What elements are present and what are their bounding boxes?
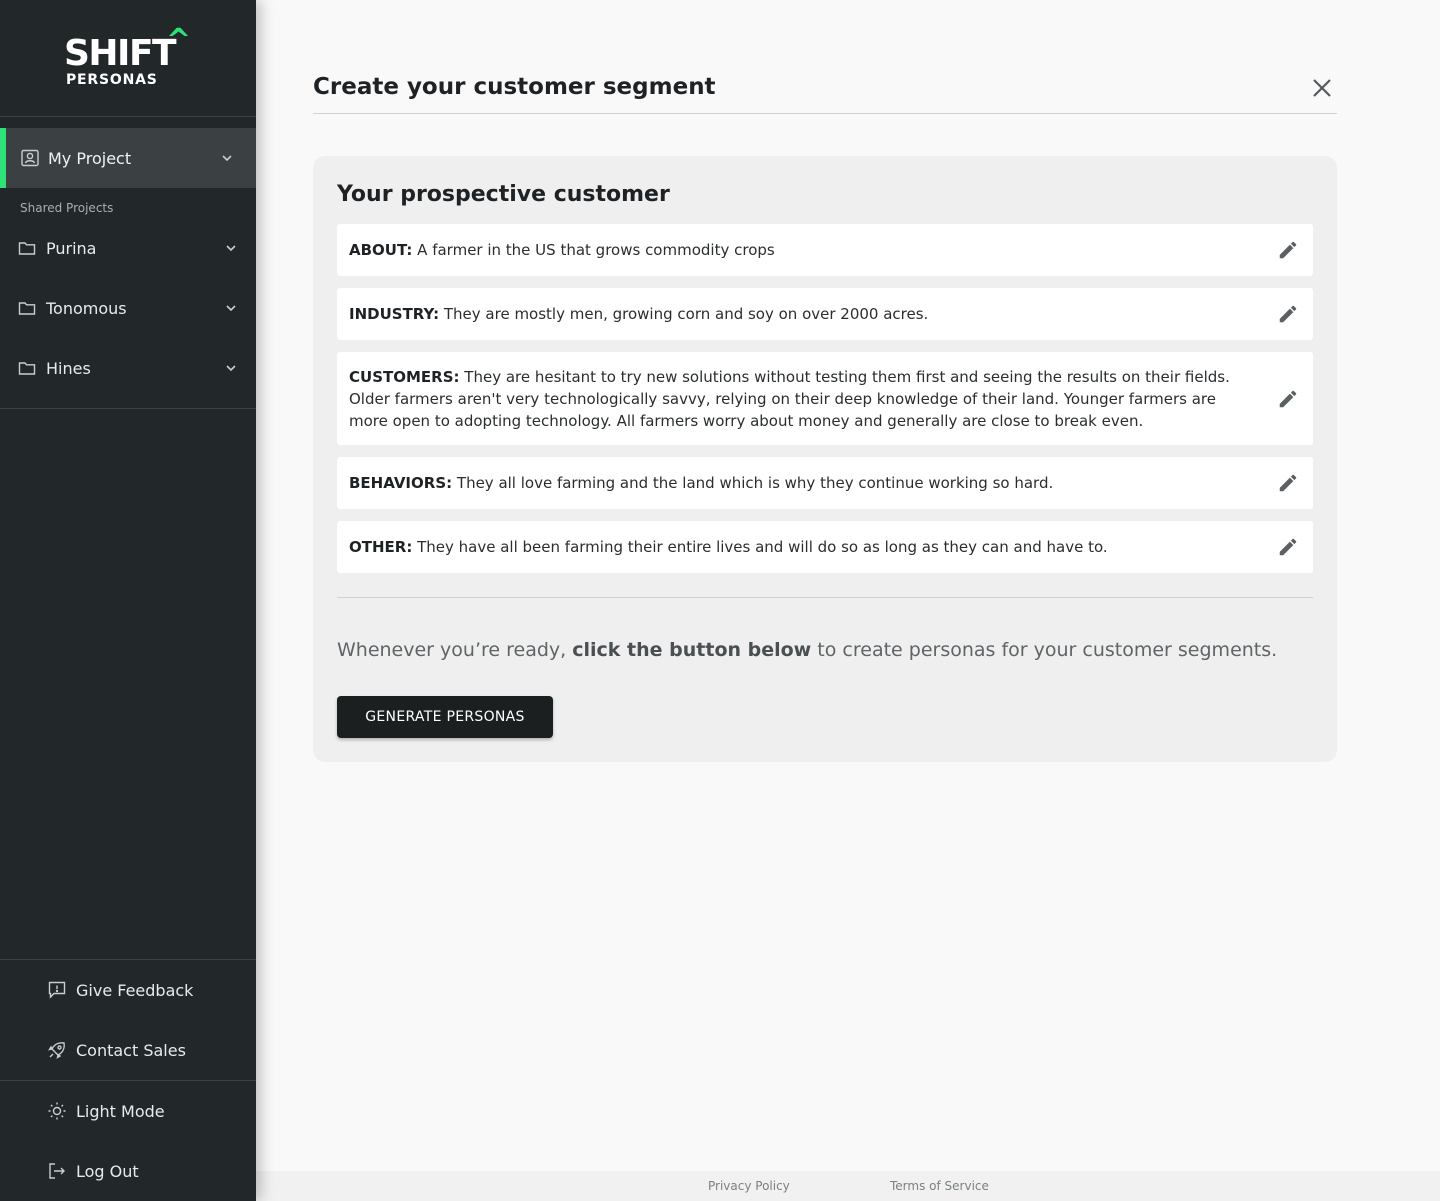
field-key: OTHER: [349,538,413,556]
logo-subtitle: PERSONAS [66,72,158,88]
sun-icon [48,1102,66,1120]
folder-icon [18,242,36,255]
chevron-down-icon [226,245,236,252]
divider [0,116,256,117]
pencil-icon[interactable] [1277,388,1299,410]
sidebar-item-hines[interactable]: Hines [0,338,256,398]
field-key: BEHAVIORS: [349,474,453,492]
light-mode-toggle[interactable]: Light Mode [0,1081,256,1141]
chevron-down-icon [222,155,232,162]
field-other: OTHER: They have all been farming their … [337,521,1313,573]
rocket-icon [48,1042,65,1059]
terms-of-service-link[interactable]: Terms of Service [890,1179,989,1193]
ready-instructions: Whenever you’re ready, click the button … [337,639,1277,661]
sidebar-item-label: Tonomous [46,298,127,318]
card-divider [337,597,1313,598]
log-out-button[interactable]: Log Out [0,1141,256,1201]
give-feedback-label: Give Feedback [76,980,194,1000]
contact-sales-button[interactable]: Contact Sales [0,1020,256,1080]
field-text: BEHAVIORS: They all love farming and the… [349,472,1053,494]
my-project-label: My Project [48,148,132,168]
chevron-down-icon [226,365,236,372]
field-text: ABOUT: A farmer in the US that grows com… [349,239,775,261]
field-about: ABOUT: A farmer in the US that grows com… [337,224,1313,276]
pencil-icon[interactable] [1277,303,1299,325]
sidebar-item-label: Purina [46,238,97,258]
logout-icon [49,1163,65,1179]
pencil-icon[interactable] [1277,536,1299,558]
close-icon[interactable] [1310,76,1334,100]
shared-projects-heading: Shared Projects [20,201,114,215]
project-icon [21,149,39,167]
sidebar-item-purina[interactable]: Purina [0,218,256,278]
chevron-down-icon [226,305,236,312]
contact-sales-label: Contact Sales [76,1040,186,1060]
title-divider [313,113,1337,114]
field-text: CUSTOMERS: They are hesitant to try new … [349,366,1255,432]
light-mode-label: Light Mode [76,1101,165,1121]
pencil-icon[interactable] [1277,472,1299,494]
sidebar-item-label: Hines [46,358,91,378]
field-value: They are hesitant to try new solutions w… [349,367,1230,430]
main-content: Create your customer segment Your prospe… [256,0,1440,1171]
ready-text-post: to create personas for your customer seg… [817,639,1278,661]
my-project-selector[interactable]: My Project [0,128,256,188]
shift-personas-logo[interactable]: SHIFT ^ PERSONAS [64,26,194,90]
divider [0,408,256,409]
logo-wordmark: SHIFT [64,33,177,74]
card-title: Your prospective customer [337,182,670,207]
field-text: OTHER: They have all been farming their … [349,536,1108,558]
folder-icon [18,362,36,375]
field-value: A farmer in the US that grows commodity … [417,241,775,259]
generate-personas-button[interactable]: GENERATE PERSONAS [337,696,553,738]
log-out-label: Log Out [76,1161,139,1181]
field-behaviors: BEHAVIORS: They all love farming and the… [337,457,1313,509]
folder-icon [18,302,36,315]
logo-caret: ^ [166,23,192,58]
ready-text-emphasis: click the button below [572,639,812,661]
give-feedback-button[interactable]: Give Feedback [0,960,256,1020]
page-title: Create your customer segment [313,74,716,100]
field-value: They have all been farming their entire … [417,538,1108,556]
customer-segment-card: Your prospective customer ABOUT: A farme… [313,156,1337,762]
ready-text-pre: Whenever you’re ready, [337,639,567,661]
field-value: They all love farming and the land which… [456,474,1054,492]
field-customers: CUSTOMERS: They are hesitant to try new … [337,352,1313,445]
field-key: INDUSTRY: [349,305,440,323]
feedback-icon [48,981,66,999]
field-industry: INDUSTRY: They are mostly men, growing c… [337,288,1313,340]
sidebar-item-tonomous[interactable]: Tonomous [0,278,256,338]
field-text: INDUSTRY: They are mostly men, growing c… [349,303,928,325]
footer: Privacy Policy Terms of Service [256,1171,1440,1201]
field-key: ABOUT: [349,241,413,259]
pencil-icon[interactable] [1277,239,1299,261]
field-value: They are mostly men, growing corn and so… [443,305,929,323]
privacy-policy-link[interactable]: Privacy Policy [708,1179,790,1193]
sidebar: SHIFT ^ PERSONAS My Project Shared Proje… [0,0,256,1201]
field-key: CUSTOMERS: [349,367,460,386]
